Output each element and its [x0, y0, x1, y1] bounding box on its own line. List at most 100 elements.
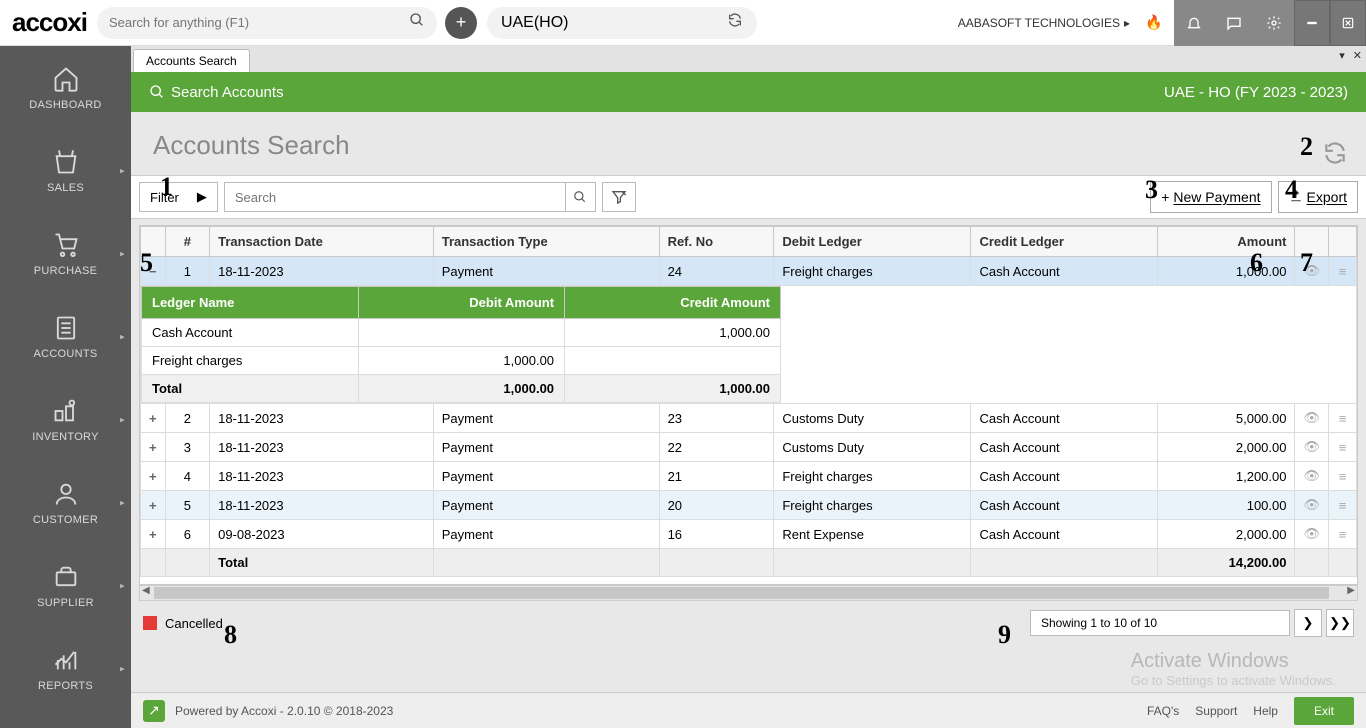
title-area: Accounts Search: [131, 112, 1366, 175]
support-link[interactable]: Support: [1195, 704, 1237, 718]
col-ref[interactable]: Ref. No: [659, 227, 774, 257]
sidebar-item-label: SUPPLIER: [37, 597, 94, 609]
table-row[interactable]: +418-11-2023Payment21Freight chargesCash…: [141, 462, 1357, 491]
search-icon: [149, 84, 165, 100]
new-payment-label: New Payment: [1173, 189, 1260, 205]
search-icon[interactable]: [409, 12, 425, 33]
eye-icon[interactable]: 👁: [1295, 462, 1329, 491]
sync-icon[interactable]: [727, 12, 743, 33]
next-page-button[interactable]: ❯: [1294, 609, 1322, 637]
menu-icon[interactable]: ≡: [1329, 491, 1357, 520]
eye-icon[interactable]: 👁: [1295, 433, 1329, 462]
org-label: UAE(HO): [501, 14, 569, 32]
expand-icon[interactable]: +: [141, 404, 166, 433]
sidebar-item-label: REPORTS: [38, 680, 93, 692]
legend-row: Cancelled Showing 1 to 10 of 10 ❯ ❯❯: [131, 601, 1366, 641]
banner-title: Search Accounts: [171, 84, 284, 101]
sidebar-item-reports[interactable]: REPORTS ▸: [0, 627, 131, 710]
tab-accounts-search[interactable]: Accounts Search: [133, 49, 250, 72]
sidebar-item-label: INVENTORY: [32, 431, 98, 443]
exit-button[interactable]: Exit: [1294, 697, 1354, 725]
collapse-icon[interactable]: −: [141, 257, 166, 286]
col-idx[interactable]: #: [165, 227, 210, 257]
table-row[interactable]: +318-11-2023Payment22Customs DutyCash Ac…: [141, 433, 1357, 462]
sidebar: DASHBOARD SALES ▸ PURCHASE ▸ ACCOUNTS ▸ …: [0, 46, 131, 728]
total-row: Total14,200.00: [141, 549, 1357, 577]
global-search[interactable]: [97, 7, 437, 39]
faqs-link[interactable]: FAQ's: [1147, 704, 1179, 718]
org-selector[interactable]: UAE(HO): [487, 7, 757, 39]
app-logo: accoxi: [8, 7, 97, 38]
sub-col-credit: Credit Amount: [565, 287, 781, 319]
sidebar-item-label: CUSTOMER: [33, 514, 98, 526]
tab-actions: ▾ ✕: [1339, 49, 1362, 62]
tab-close-icon[interactable]: ✕: [1353, 49, 1362, 62]
chevron-right-icon: ▸: [120, 414, 125, 425]
menu-icon[interactable]: ≡: [1329, 462, 1357, 491]
filter-label: Filter: [150, 190, 179, 205]
close-button[interactable]: [1330, 0, 1366, 46]
filter-button[interactable]: Filter ▶: [139, 182, 218, 212]
sidebar-item-purchase[interactable]: PURCHASE ▸: [0, 212, 131, 295]
help-link[interactable]: Help: [1253, 704, 1278, 718]
col-type[interactable]: Transaction Type: [433, 227, 659, 257]
tab-dropdown-icon[interactable]: ▾: [1339, 49, 1345, 62]
fire-icon[interactable]: 🔥: [1142, 11, 1166, 35]
sub-col-ledger: Ledger Name: [142, 287, 359, 319]
sidebar-item-accounts[interactable]: ACCOUNTS ▸: [0, 295, 131, 378]
menu-icon[interactable]: ≡: [1329, 404, 1357, 433]
play-icon: ▶: [197, 189, 207, 205]
eye-icon[interactable]: 👁: [1295, 520, 1329, 549]
expand-icon[interactable]: +: [141, 520, 166, 549]
global-search-input[interactable]: [109, 15, 409, 30]
eye-icon[interactable]: 👁: [1295, 257, 1329, 286]
refresh-icon[interactable]: [1322, 140, 1348, 172]
last-page-button[interactable]: ❯❯: [1326, 609, 1354, 637]
col-amount[interactable]: Amount: [1157, 227, 1295, 257]
sidebar-item-label: ACCOUNTS: [33, 348, 97, 360]
expand-icon[interactable]: +: [141, 462, 166, 491]
sub-col-debit: Debit Amount: [358, 287, 564, 319]
search-button[interactable]: [565, 183, 595, 211]
minimize-button[interactable]: [1294, 0, 1330, 46]
sidebar-item-label: PURCHASE: [34, 265, 98, 277]
bell-icon[interactable]: [1174, 0, 1214, 46]
powered-by: Powered by Accoxi - 2.0.10 © 2018-2023: [175, 704, 393, 718]
eye-icon[interactable]: 👁: [1295, 404, 1329, 433]
sidebar-item-dashboard[interactable]: DASHBOARD: [0, 46, 131, 129]
chat-icon[interactable]: [1214, 0, 1254, 46]
col-credit[interactable]: Credit Ledger: [971, 227, 1157, 257]
topbar: accoxi + UAE(HO) AABASOFT TECHNOLOGIES 🔥: [0, 0, 1366, 46]
sidebar-item-inventory[interactable]: INVENTORY ▸: [0, 378, 131, 461]
menu-icon[interactable]: ≡: [1329, 520, 1357, 549]
table-row[interactable]: − 1 18-11-2023 Payment 24 Freight charge…: [141, 257, 1357, 286]
sidebar-item-supplier[interactable]: SUPPLIER ▸: [0, 544, 131, 627]
search-input[interactable]: [225, 190, 565, 205]
col-date[interactable]: Transaction Date: [210, 227, 434, 257]
add-button[interactable]: +: [445, 7, 477, 39]
col-debit[interactable]: Debit Ledger: [774, 227, 971, 257]
clear-filter-button[interactable]: [602, 182, 636, 212]
sidebar-item-customer[interactable]: CUSTOMER ▸: [0, 461, 131, 544]
banner-context: UAE - HO (FY 2023 - 2023): [1164, 84, 1348, 101]
expand-icon[interactable]: +: [141, 433, 166, 462]
footer: ↗ Powered by Accoxi - 2.0.10 © 2018-2023…: [131, 692, 1366, 728]
sidebar-item-sales[interactable]: SALES ▸: [0, 129, 131, 212]
eye-icon[interactable]: 👁: [1295, 491, 1329, 520]
gear-icon[interactable]: [1254, 0, 1294, 46]
table-row[interactable]: +609-08-2023Payment16Rent ExpenseCash Ac…: [141, 520, 1357, 549]
new-payment-button[interactable]: + New Payment: [1150, 181, 1271, 213]
company-name[interactable]: AABASOFT TECHNOLOGIES: [958, 16, 1130, 30]
export-label: Export: [1307, 189, 1347, 205]
sidebar-item-label: SALES: [47, 182, 84, 194]
horizontal-scrollbar[interactable]: [139, 585, 1358, 601]
ledger-subgrid: Ledger Name Debit Amount Credit Amount C…: [141, 286, 781, 403]
content: Accounts Search ▾ ✕ Search Accounts UAE …: [131, 46, 1366, 728]
menu-icon[interactable]: ≡: [1329, 257, 1357, 286]
table-row[interactable]: +218-11-2023Payment23Customs DutyCash Ac…: [141, 404, 1357, 433]
expand-icon[interactable]: +: [141, 491, 166, 520]
menu-icon[interactable]: ≡: [1329, 433, 1357, 462]
table-row[interactable]: +518-11-2023Payment20Freight chargesCash…: [141, 491, 1357, 520]
page-banner: Search Accounts UAE - HO (FY 2023 - 2023…: [131, 72, 1366, 112]
export-button[interactable]: Export: [1278, 181, 1358, 213]
